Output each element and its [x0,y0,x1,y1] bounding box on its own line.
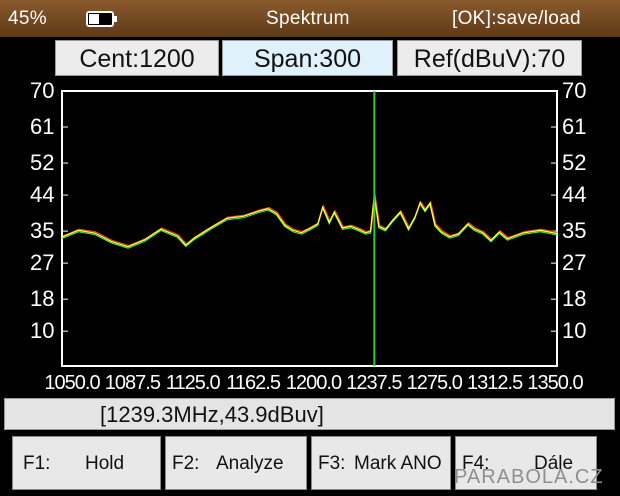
x-tick-label: 1275.0 [406,372,463,394]
f3-mark-ano-button[interactable]: F3: Mark ANO [311,436,451,490]
y-tick-label-left: 70 [30,78,55,103]
f1-action-label: Hold [85,453,125,474]
f3-action-label: Mark ANO [354,453,442,474]
f1-key-label: F1: [23,453,51,474]
y-tick-label-left: 18 [30,286,55,312]
f2-action-label: Analyze [216,453,284,474]
y-tick-label-right: 61 [562,114,587,140]
y-tick-label-right: 52 [562,150,587,176]
y-tick-label-right: 10 [562,318,587,344]
y-tick-label-right: 44 [562,182,587,208]
x-tick-label: 1125.0 [165,372,221,394]
f1-hold-button[interactable]: F1: Hold [12,436,161,490]
x-tick-label: 1050.0 [44,372,100,394]
y-tick-label-left: 27 [30,250,55,276]
x-tick-label: 1312.5 [467,372,523,394]
watermark: PARABOLA.CZ [454,466,604,488]
spectrum-plot[interactable] [0,0,620,400]
x-tick-label: 1087.5 [104,372,161,394]
marker-readout: [1239.3MHz,43.9dBuv] [4,398,615,430]
f3-key-label: F3: [318,453,346,474]
x-tick-label: 1237.5 [346,372,402,394]
f2-analyze-button[interactable]: F2: Analyze [165,436,307,490]
y-tick-label-left: 44 [30,182,55,208]
x-tick-label: 1200.0 [285,372,342,394]
f2-key-label: F2: [172,453,200,474]
y-tick-label-right: 27 [562,250,587,276]
y-tick-label-left: 61 [30,114,55,140]
y-tick-label-right: 18 [562,286,587,312]
y-tick-label-right: 35 [562,218,587,244]
x-tick-label: 1350.0 [527,372,583,394]
y-tick-label-left: 35 [30,218,55,244]
y-tick-label-left: 52 [30,150,55,176]
y-tick-label-left: 10 [30,318,55,344]
y-tick-label-right: 70 [562,78,587,103]
x-tick-label: 1162.5 [226,372,281,394]
